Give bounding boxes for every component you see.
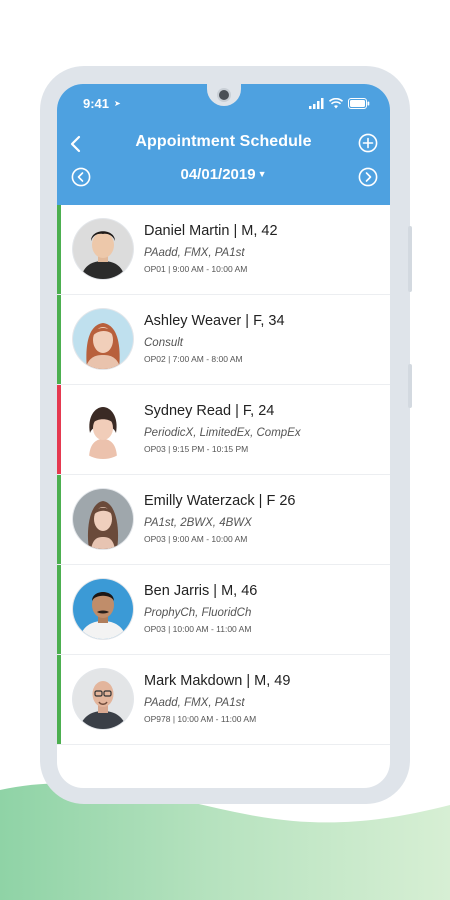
avatar (73, 219, 133, 279)
appointment-row[interactable]: Mark Makdown | M, 49 PAadd, FMX, PA1st O… (57, 655, 390, 745)
status-indicator (57, 655, 61, 744)
patient-name: Ashley Weaver | F, 34 (144, 313, 285, 329)
avatar (73, 489, 133, 549)
appointment-slot: OP02 | 7:00 AM - 8:00 AM (144, 354, 243, 364)
procedure-codes: PA1st, 2BWX, 4BWX (144, 517, 252, 529)
selected-date: 04/01/2019 (180, 166, 256, 183)
procedure-codes: PAadd, FMX, PA1st (144, 247, 245, 259)
appointment-row[interactable]: Sydney Read | F, 24 PeriodicX, LimitedEx… (57, 385, 390, 475)
signal-icon (309, 97, 324, 109)
patient-name: Sydney Read | F, 24 (144, 403, 275, 419)
patient-name: Daniel Martin | M, 42 (144, 223, 278, 239)
page-title: Appointment Schedule (135, 133, 312, 150)
next-date-icon[interactable] (358, 167, 378, 187)
patient-name: Ben Jarris | M, 46 (144, 583, 258, 599)
appointment-slot: OP03 | 9:00 AM - 10:00 AM (144, 534, 248, 544)
avatar (73, 579, 133, 639)
status-time: 9:41 (83, 96, 110, 111)
status-icons (309, 97, 370, 109)
patient-name: Mark Makdown | M, 49 (144, 673, 291, 689)
avatar (73, 309, 133, 369)
procedure-codes: PAadd, FMX, PA1st (144, 697, 245, 709)
status-indicator (57, 475, 61, 564)
phone-side-button (408, 364, 412, 408)
status-indicator (57, 385, 61, 474)
avatar (73, 669, 133, 729)
battery-icon (348, 97, 370, 109)
date-selector[interactable]: 04/01/2019 ▼ (57, 166, 390, 183)
app-screen: 9:41 ➤ Appointment Schedule 04/01/2019 ▼… (57, 84, 390, 788)
caret-down-icon: ▼ (257, 169, 267, 179)
status-indicator (57, 295, 61, 384)
location-arrow-icon: ➤ (114, 99, 121, 108)
wifi-icon (329, 97, 343, 108)
appointment-list: Daniel Martin | M, 42 PAadd, FMX, PA1st … (57, 205, 390, 745)
appointment-slot: OP01 | 9:00 AM - 10:00 AM (144, 264, 248, 274)
status-indicator (57, 565, 61, 654)
add-appointment-icon[interactable] (358, 133, 378, 153)
appointment-row[interactable]: Ashley Weaver | F, 34 Consult OP02 | 7:0… (57, 295, 390, 385)
appointment-row[interactable]: Ben Jarris | M, 46 ProphyCh, FluoridCh O… (57, 565, 390, 655)
appointment-row[interactable]: Emilly Waterzack | F 26 PA1st, 2BWX, 4BW… (57, 475, 390, 565)
status-indicator (57, 205, 61, 294)
appointment-slot: OP03 | 10:00 AM - 11:00 AM (144, 624, 252, 634)
procedure-codes: PeriodicX, LimitedEx, CompEx (144, 427, 301, 439)
front-camera (207, 84, 241, 106)
procedure-codes: Consult (144, 337, 183, 349)
phone-side-button (408, 226, 412, 292)
appointment-slot: OP978 | 10:00 AM - 11:00 AM (144, 714, 257, 724)
avatar (73, 399, 133, 459)
app-header: 9:41 ➤ Appointment Schedule 04/01/2019 ▼ (57, 84, 390, 205)
appointment-slot: OP03 | 9:15 PM - 10:15 PM (144, 444, 249, 454)
procedure-codes: ProphyCh, FluoridCh (144, 607, 252, 619)
patient-name: Emilly Waterzack | F 26 (144, 493, 296, 509)
appointment-row[interactable]: Daniel Martin | M, 42 PAadd, FMX, PA1st … (57, 205, 390, 295)
